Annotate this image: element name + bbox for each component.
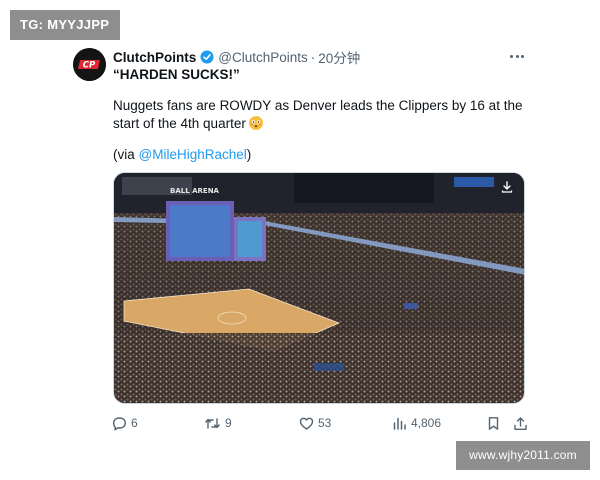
author-avatar[interactable]: CP: [73, 48, 106, 81]
via-credit: (via @MileHighRachel): [113, 147, 251, 162]
clutchpoints-logo-icon: CP: [73, 48, 106, 81]
retweet-button[interactable]: 9: [204, 414, 232, 432]
retweet-count: 9: [225, 416, 232, 430]
tweet-body: Nuggets fans are ROWDY as Denver leads t…: [113, 97, 528, 133]
arena-photo-image: BALL ARENA: [114, 173, 524, 403]
mention-link[interactable]: @MileHighRachel: [139, 147, 247, 162]
view-count: 4,806: [411, 416, 442, 430]
heart-icon: [299, 417, 314, 430]
verified-badge-icon: [200, 50, 214, 64]
header-separator: ·: [310, 49, 316, 65]
reply-count: 6: [131, 416, 138, 430]
share-icon: [514, 416, 527, 430]
analytics-bar-icon: [393, 417, 406, 430]
tweet-header: ClutchPoints @ClutchPoints · 20分钟: [113, 47, 360, 67]
via-suffix: ): [246, 147, 252, 162]
author-name[interactable]: ClutchPoints: [113, 50, 196, 65]
views-button[interactable]: 4,806: [392, 414, 441, 432]
like-button[interactable]: 53: [299, 414, 331, 432]
download-icon[interactable]: [498, 179, 516, 195]
bookmark-button[interactable]: [486, 414, 505, 432]
like-count: 53: [318, 416, 332, 430]
more-options-icon[interactable]: [507, 49, 527, 63]
tweet-headline: “HARDEN SUCKS!”: [113, 67, 240, 82]
retweet-icon: [205, 417, 220, 429]
watermark-top: TG: MYYJJPP: [10, 10, 120, 40]
bookmark-icon: [488, 416, 499, 430]
tweet-body-text: Nuggets fans are ROWDY as Denver leads t…: [113, 98, 523, 131]
watermark-bottom: www.wjhy2011.com: [456, 441, 590, 470]
author-handle[interactable]: @ClutchPoints: [218, 50, 308, 65]
tweet-timestamp[interactable]: 20分钟: [318, 47, 360, 67]
reply-button[interactable]: 6: [112, 414, 138, 432]
flushed-face-emoji-icon: [248, 116, 263, 130]
share-button[interactable]: [513, 414, 532, 432]
via-prefix: (via: [113, 147, 139, 162]
tweet-actions: 6 9 53 4,806: [112, 414, 532, 432]
arena-sign-text: BALL ARENA: [170, 187, 220, 195]
reply-icon: [113, 416, 126, 430]
arena-photo[interactable]: BALL ARENA: [113, 172, 525, 404]
avatar-text: CP: [83, 61, 96, 71]
